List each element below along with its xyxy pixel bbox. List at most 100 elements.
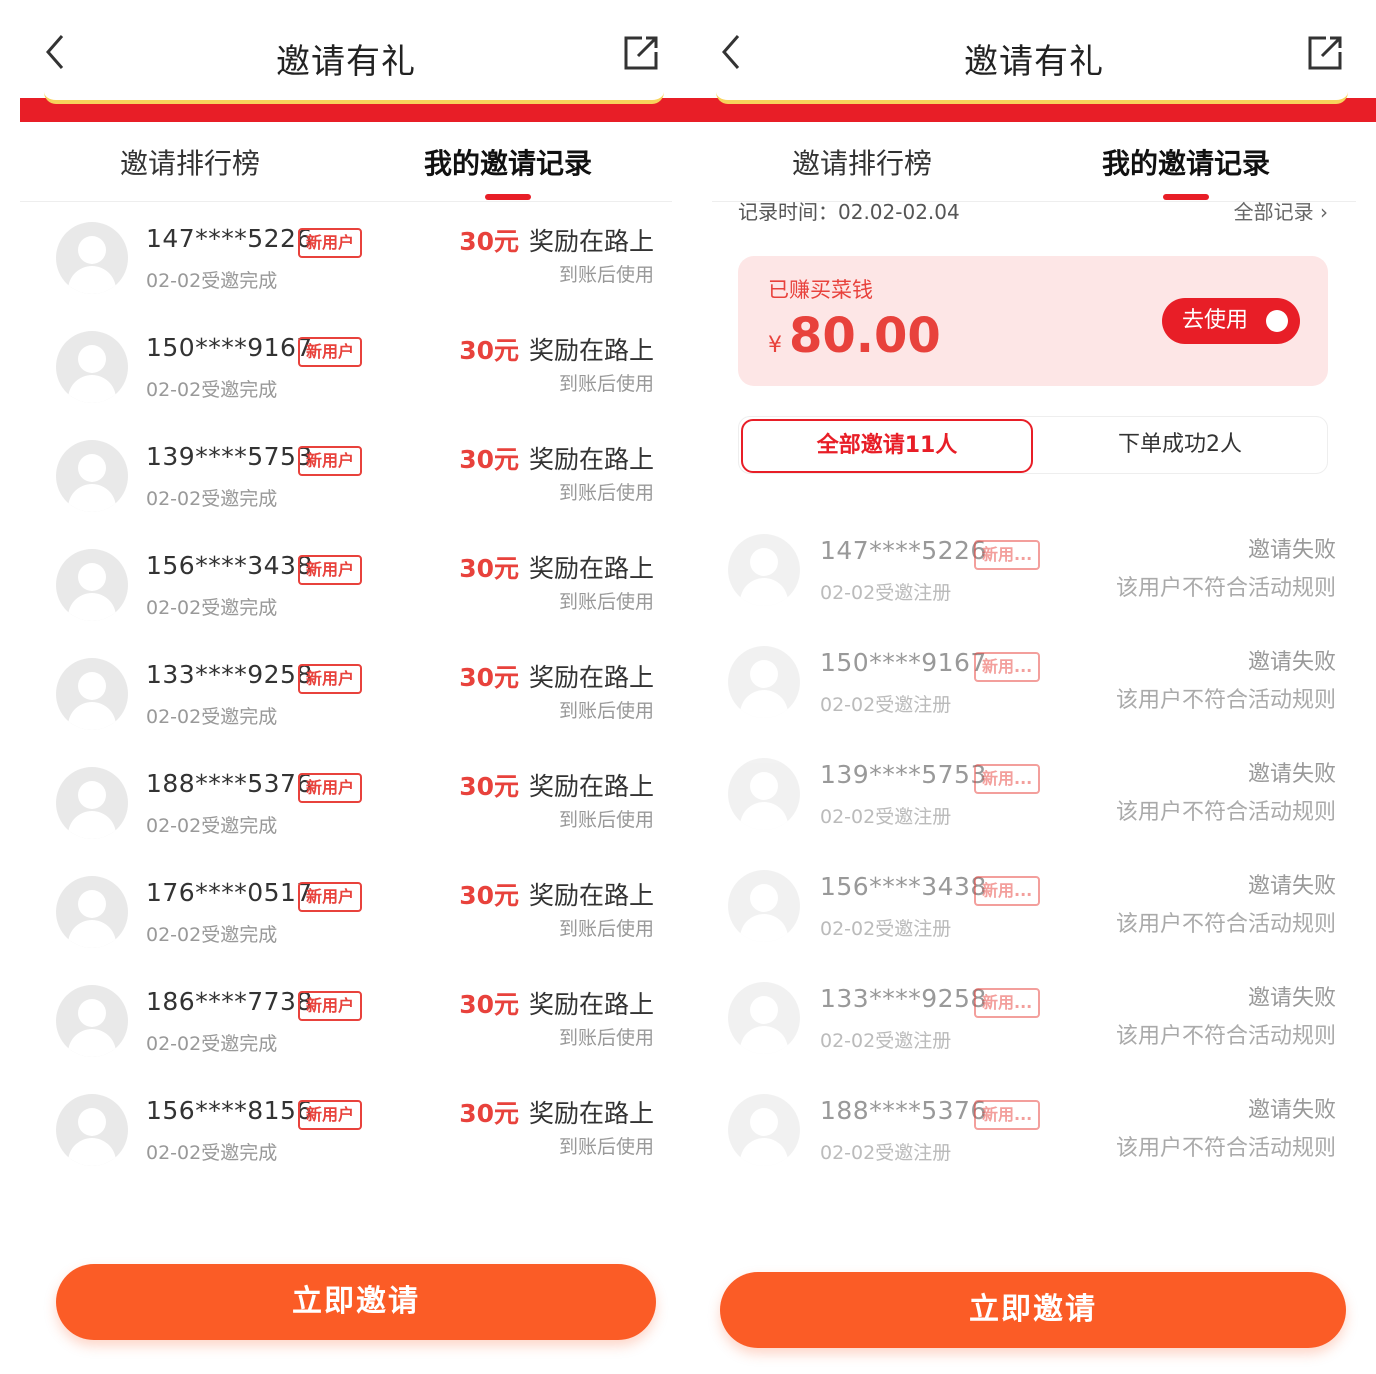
use-button[interactable]: 去使用 bbox=[1161, 298, 1300, 344]
list-item[interactable]: 147****5226 新用户 02-02受邀完成 30元 奖励在路上 到账后使用 bbox=[0, 204, 692, 313]
phone-number: 150****9167 bbox=[146, 333, 313, 362]
reward-amount: 30元 bbox=[459, 445, 519, 474]
list-item[interactable]: 133****9258 新用... 02-02受邀注册 邀请失败 该用户不符合活动规则 bbox=[692, 968, 1376, 1080]
reward-amount: 30元 bbox=[459, 336, 519, 365]
avatar bbox=[56, 440, 128, 512]
all-records-link[interactable]: 全部记录 › bbox=[1234, 196, 1328, 225]
list-item[interactable]: 139****5753 新用户 02-02受邀完成 30元 奖励在路上 到账后使用 bbox=[0, 422, 692, 531]
arrow-circle-right-icon bbox=[1266, 310, 1288, 332]
fail-reason: 该用户不符合活动规则 bbox=[1115, 1136, 1336, 1161]
fail-reason: 该用户不符合活动规则 bbox=[1115, 800, 1336, 825]
list-item[interactable]: 156****8156 新用户 02-02受邀完成 30元 奖励在路上 到账后使用 bbox=[0, 1076, 692, 1185]
new-user-badge: 新用户 bbox=[298, 882, 363, 912]
invite-list: 147****5226 新用户 02-02受邀完成 30元 奖励在路上 到账后使用 150*… bbox=[0, 204, 692, 1216]
new-user-badge: 新用户 bbox=[298, 446, 363, 476]
banner-edge bbox=[692, 92, 1376, 122]
banner-edge bbox=[20, 92, 692, 122]
invite-list: 147****5226 新用... 02-02受邀注册 邀请失败 该用户不符合活动规则 1… bbox=[692, 520, 1376, 1220]
list-item[interactable]: 188****5376 新用户 02-02受邀完成 30元 奖励在路上 到账后使用 bbox=[0, 749, 692, 858]
tab-ranking[interactable]: 邀请排行榜 bbox=[120, 142, 260, 182]
reward-status: 30元 奖励在路上 bbox=[459, 1094, 654, 1130]
reward-amount: 30元 bbox=[459, 990, 519, 1019]
new-user-badge: 新用... bbox=[974, 988, 1041, 1018]
invite-status: 邀请失败 bbox=[1247, 1098, 1336, 1123]
segment-success[interactable]: 下单成功2人 bbox=[1033, 417, 1327, 473]
list-item[interactable]: 156****3438 新用... 02-02受邀注册 邀请失败 该用户不符合活动规则 bbox=[692, 856, 1376, 968]
avatar bbox=[56, 222, 128, 294]
tab-my-records[interactable]: 我的邀请记录 bbox=[1102, 142, 1270, 200]
earnings-card: 已赚买菜钱 ¥ 80.00 去使用 bbox=[738, 256, 1328, 386]
page-title: 邀请有礼 bbox=[276, 42, 416, 82]
invite-date: 02-02受邀完成 bbox=[146, 1033, 278, 1055]
list-item[interactable]: 186****7738 新用户 02-02受邀完成 30元 奖励在路上到账后使用 bbox=[0, 967, 692, 1076]
reward-amount: 30元 bbox=[459, 663, 519, 692]
reward-note: 到账后使用 bbox=[558, 1027, 654, 1049]
invite-now-button[interactable]: 立即邀请 bbox=[56, 1264, 656, 1340]
phone-number: 156****8156 bbox=[146, 1096, 313, 1125]
avatar bbox=[728, 870, 800, 942]
invite-date: 02-02受邀完成 bbox=[146, 488, 278, 510]
avatar bbox=[56, 549, 128, 621]
reward-status-text: 奖励在路上 bbox=[528, 772, 654, 801]
avatar bbox=[56, 658, 128, 730]
list-item[interactable]: 150****9167 新用户 02-02受邀完成 30元 奖励在路上 到账后使用 bbox=[0, 313, 692, 422]
list-item[interactable]: 188****5376 新用... 02-02受邀注册 邀请失败该用户不符合活动规则 bbox=[692, 1080, 1376, 1192]
list-item[interactable]: 139****5753 新用... 02-02受邀注册 邀请失败 该用户不符合活动规则 bbox=[692, 744, 1376, 856]
new-user-badge: 新用户 bbox=[298, 337, 363, 367]
invite-status: 邀请失败 bbox=[1247, 650, 1336, 675]
reward-amount: 30元 bbox=[459, 1099, 519, 1128]
avatar bbox=[728, 758, 800, 830]
avatar bbox=[56, 1094, 128, 1166]
fail-reason: 该用户不符合活动规则 bbox=[1115, 576, 1336, 601]
new-user-badge: 新用... bbox=[974, 876, 1041, 906]
reward-note: 到账后使用 bbox=[558, 918, 654, 940]
invite-date: 02-02受邀注册 bbox=[820, 806, 952, 828]
avatar bbox=[56, 767, 128, 839]
avatar bbox=[728, 982, 800, 1054]
reward-status-text: 奖励在路上 bbox=[528, 336, 654, 365]
phone-number: 186****7738 bbox=[146, 987, 313, 1016]
page-title: 邀请有礼 bbox=[964, 42, 1104, 82]
phone-number: 147****5226 bbox=[820, 536, 987, 565]
list-item[interactable]: 176****0517 新用户 02-02受邀完成 30元 奖励在路上 到账后使用 bbox=[0, 858, 692, 967]
record-time-bar: 记录时间：02.02-02.04 全部记录 › bbox=[738, 196, 1328, 226]
invite-date: 02-02受邀完成 bbox=[146, 924, 278, 946]
phone-number: 176****0517 bbox=[146, 878, 313, 907]
reward-note: 到账后使用 bbox=[558, 373, 654, 395]
external-share-icon[interactable] bbox=[620, 32, 662, 74]
tab-my-records[interactable]: 我的邀请记录 bbox=[424, 142, 592, 200]
record-time: 记录时间：02.02-02.04 bbox=[738, 200, 960, 224]
tab-ranking[interactable]: 邀请排行榜 bbox=[792, 142, 932, 182]
new-user-badge: 新用... bbox=[974, 1100, 1041, 1130]
new-user-badge: 新用户 bbox=[298, 555, 363, 585]
avatar bbox=[56, 876, 128, 948]
list-item[interactable]: 147****5226 新用... 02-02受邀注册 邀请失败 该用户不符合活动规则 bbox=[692, 520, 1376, 632]
new-user-badge: 新用户 bbox=[298, 228, 363, 258]
segment-control: 全部邀请11人 下单成功2人 bbox=[738, 416, 1328, 474]
invite-date: 02-02受邀完成 bbox=[146, 270, 278, 292]
reward-status: 30元 奖励在路上 bbox=[459, 767, 654, 803]
new-user-badge: 新用户 bbox=[298, 1100, 363, 1130]
phone-number: 156****3438 bbox=[146, 551, 313, 580]
reward-status-text: 奖励在路上 bbox=[528, 990, 654, 1019]
new-user-badge: 新用户 bbox=[298, 991, 363, 1021]
segment-all[interactable]: 全部邀请11人 bbox=[741, 419, 1033, 473]
new-user-badge: 新用... bbox=[974, 764, 1041, 794]
earnings-amount: ¥ 80.00 bbox=[768, 308, 941, 364]
avatar bbox=[56, 985, 128, 1057]
list-item[interactable]: 150****9167 新用... 02-02受邀注册 邀请失败 该用户不符合活动规则 bbox=[692, 632, 1376, 744]
fail-reason: 该用户不符合活动规则 bbox=[1115, 688, 1336, 713]
invite-status: 邀请失败 bbox=[1247, 538, 1336, 563]
list-item[interactable]: 156****3438 新用户 02-02受邀完成 30元 奖励在路上 到账后使用 bbox=[0, 531, 692, 640]
phone-number: 147****5226 bbox=[146, 224, 313, 253]
external-share-icon[interactable] bbox=[1304, 32, 1346, 74]
invite-date: 02-02受邀注册 bbox=[820, 1142, 952, 1164]
list-item[interactable]: 133****9258 新用户 02-02受邀完成 30元 奖励在路上 到账后使用 bbox=[0, 640, 692, 749]
reward-amount: 30元 bbox=[459, 881, 519, 910]
left-screen: 邀请有礼 邀请排行榜 我的邀请记录 147****5226 新用户 02-02受邀完… bbox=[0, 0, 692, 1374]
invite-now-button[interactable]: 立即邀请 bbox=[720, 1272, 1346, 1348]
invite-date: 02-02受邀完成 bbox=[146, 815, 278, 837]
invite-date: 02-02受邀完成 bbox=[146, 706, 278, 728]
reward-status-text: 奖励在路上 bbox=[528, 1099, 654, 1128]
phone-number: 188****5376 bbox=[820, 1096, 987, 1125]
